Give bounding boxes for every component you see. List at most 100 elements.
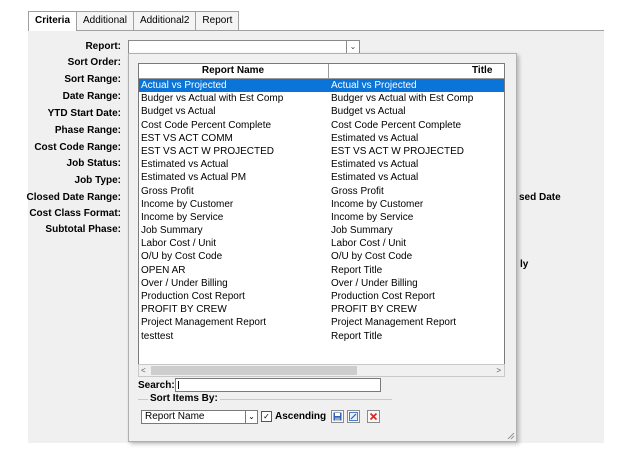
table-row[interactable]: Cost Code Percent Complete Cost Code Perc… [139, 119, 504, 132]
tab-report[interactable]: Report [195, 11, 240, 30]
ascending-label: Ascending [275, 411, 327, 422]
label-job-type: Job Type: [74, 175, 121, 186]
report-name-cell: Budger vs Actual with Est Comp [141, 93, 284, 105]
table-row[interactable]: Estimated vs Actual Estimated vs Actual [139, 158, 504, 171]
sort-by-value: Report Name [145, 411, 205, 422]
label-closed-date-range: Closed Date Range: [26, 192, 121, 203]
column-divider[interactable] [328, 64, 329, 78]
report-title-cell: Job Summary [331, 225, 393, 237]
report-name-cell: Budget vs Actual [141, 106, 216, 118]
table-row[interactable]: Labor Cost / Unit Labor Cost / Unit [139, 237, 504, 250]
tab-criteria[interactable]: Criteria [28, 11, 78, 31]
horizontal-scrollbar[interactable]: < > [138, 364, 505, 377]
table-row[interactable]: Budger vs Actual with Est Comp Budger vs … [139, 92, 504, 105]
report-name-cell: testtest [141, 330, 174, 342]
column-header-title[interactable]: Title [472, 64, 492, 78]
table-row[interactable]: Income by Service Income by Service [139, 211, 504, 224]
ascending-checkbox[interactable]: ✓ [261, 411, 272, 422]
report-name-cell: Job Summary [141, 225, 203, 237]
report-name-cell: Gross Profit [141, 185, 194, 197]
table-row[interactable]: EST VS ACT W PROJECTED EST VS ACT W PROJE… [139, 145, 504, 158]
report-name-cell: Project Management Report [141, 317, 267, 329]
label-job-status: Job Status: [66, 158, 121, 169]
report-name-cell: EST VS ACT W PROJECTED [141, 145, 274, 157]
label-ytd-start-date: YTD Start Date: [47, 108, 121, 119]
resize-grip-icon[interactable] [505, 430, 515, 440]
report-name-cell: O/U by Cost Code [141, 251, 223, 263]
report-title-cell: Estimated vs Actual [331, 132, 419, 144]
report-name-cell: PROFIT BY CREW [141, 304, 227, 316]
table-row[interactable]: Actual vs Projected Actual vs Projected [139, 79, 504, 93]
report-name-cell: Income by Customer [141, 198, 234, 210]
table-row[interactable]: Gross Profit Gross Profit [139, 185, 504, 198]
report-title-cell: Over / Under Billing [331, 277, 418, 289]
search-input[interactable] [175, 378, 381, 392]
report-title-cell: Cost Code Percent Complete [331, 119, 462, 131]
report-picker-popup: Report Name Title Actual vs Projected Act… [128, 53, 517, 442]
tab-additional2[interactable]: Additional2 [132, 11, 197, 30]
closed-date-partial-label: sed Date [519, 192, 561, 203]
report-title-cell: Actual vs Projected [331, 80, 417, 91]
table-row[interactable]: OPEN AR Report Title [139, 264, 504, 277]
report-name-cell: Labor Cost / Unit [141, 238, 217, 250]
delete-icon [369, 412, 378, 421]
delete-button[interactable] [367, 410, 380, 423]
table-row[interactable]: Over / Under Billing Over / Under Billing [139, 277, 504, 290]
table-row[interactable]: Job Summary Job Summary [139, 224, 504, 237]
label-sort-range: Sort Range: [64, 74, 121, 85]
sort-items-label: Sort Items By: [148, 393, 220, 404]
label-cost-class-format: Cost Class Format: [29, 208, 121, 219]
only-partial-label: ly [520, 259, 529, 270]
scroll-left-icon[interactable]: < [141, 365, 146, 376]
report-title-cell: Income by Customer [331, 198, 424, 210]
report-name-cell: Estimated vs Actual [141, 159, 229, 171]
report-title-cell: O/U by Cost Code [331, 251, 413, 263]
report-name-cell: EST VS ACT COMM [141, 132, 233, 144]
scroll-right-icon[interactable]: > [496, 365, 501, 376]
label-subtotal-phase: Subtotal Phase: [45, 224, 121, 235]
chevron-down-icon[interactable]: ⌄ [245, 411, 257, 423]
report-title-cell: Production Cost Report [331, 291, 435, 302]
sort-items-group: Sort Items By: Report Name ⌄ ✓ Ascending [138, 393, 392, 438]
edit-icon [349, 412, 358, 421]
report-title-cell: Report Title [331, 264, 383, 276]
label-cost-code-range: Cost Code Range: [34, 142, 121, 153]
text-caret [178, 381, 179, 389]
report-title-cell: Budget vs Actual [331, 106, 406, 118]
table-row[interactable]: PROFIT BY CREW PROFIT BY CREW [139, 303, 504, 316]
tab-additional[interactable]: Additional [76, 11, 134, 30]
report-title-cell: Labor Cost / Unit [331, 238, 407, 250]
table-row[interactable]: Project Management Report Project Managem… [139, 316, 504, 329]
report-name-cell: Production Cost Report [141, 291, 245, 302]
label-report: Report: [85, 41, 121, 52]
report-list-grid: Report Name Title Actual vs Projected Act… [138, 63, 505, 365]
label-date-range: Date Range: [62, 91, 121, 102]
report-title-cell: Gross Profit [331, 185, 384, 197]
column-header-report-name[interactable]: Report Name [139, 64, 327, 78]
table-row[interactable]: EST VS ACT COMM Estimated vs Actual [139, 132, 504, 145]
report-name-cell: Estimated vs Actual PM [141, 172, 247, 184]
table-row[interactable]: Budget vs Actual Budget vs Actual [139, 105, 504, 118]
scrollbar-thumb[interactable] [151, 366, 357, 375]
report-title-cell: Income by Service [331, 211, 414, 223]
tab-strip: Criteria Additional Additional2 Report [28, 11, 240, 31]
label-sort-order: Sort Order: [67, 57, 121, 68]
report-rows: Actual vs Projected Actual vs Projected Bu… [139, 79, 504, 343]
report-name-cell: OPEN AR [141, 264, 186, 276]
sort-by-select[interactable]: Report Name ⌄ [141, 410, 258, 424]
grid-header: Report Name Title [139, 64, 504, 79]
table-row[interactable]: Estimated vs Actual PM Estimated vs Actua… [139, 171, 504, 184]
report-title-cell: Budger vs Actual with Est Comp [331, 93, 474, 105]
report-title-cell: Project Management Report [331, 317, 457, 329]
label-phase-range: Phase Range: [54, 125, 121, 136]
edit-button[interactable] [347, 410, 360, 423]
table-row[interactable]: testtest Report Title [139, 330, 504, 343]
report-select[interactable]: ⌄ [128, 40, 360, 54]
table-row[interactable]: Income by Customer Income by Customer [139, 198, 504, 211]
table-row[interactable]: O/U by Cost Code O/U by Cost Code [139, 250, 504, 263]
save-button[interactable] [331, 410, 344, 423]
table-row[interactable]: Production Cost Report Production Cost Re… [139, 290, 504, 303]
report-name-cell: Cost Code Percent Complete [141, 119, 272, 131]
chevron-down-icon[interactable]: ⌄ [346, 41, 359, 53]
report-name-cell: Income by Service [141, 211, 224, 223]
